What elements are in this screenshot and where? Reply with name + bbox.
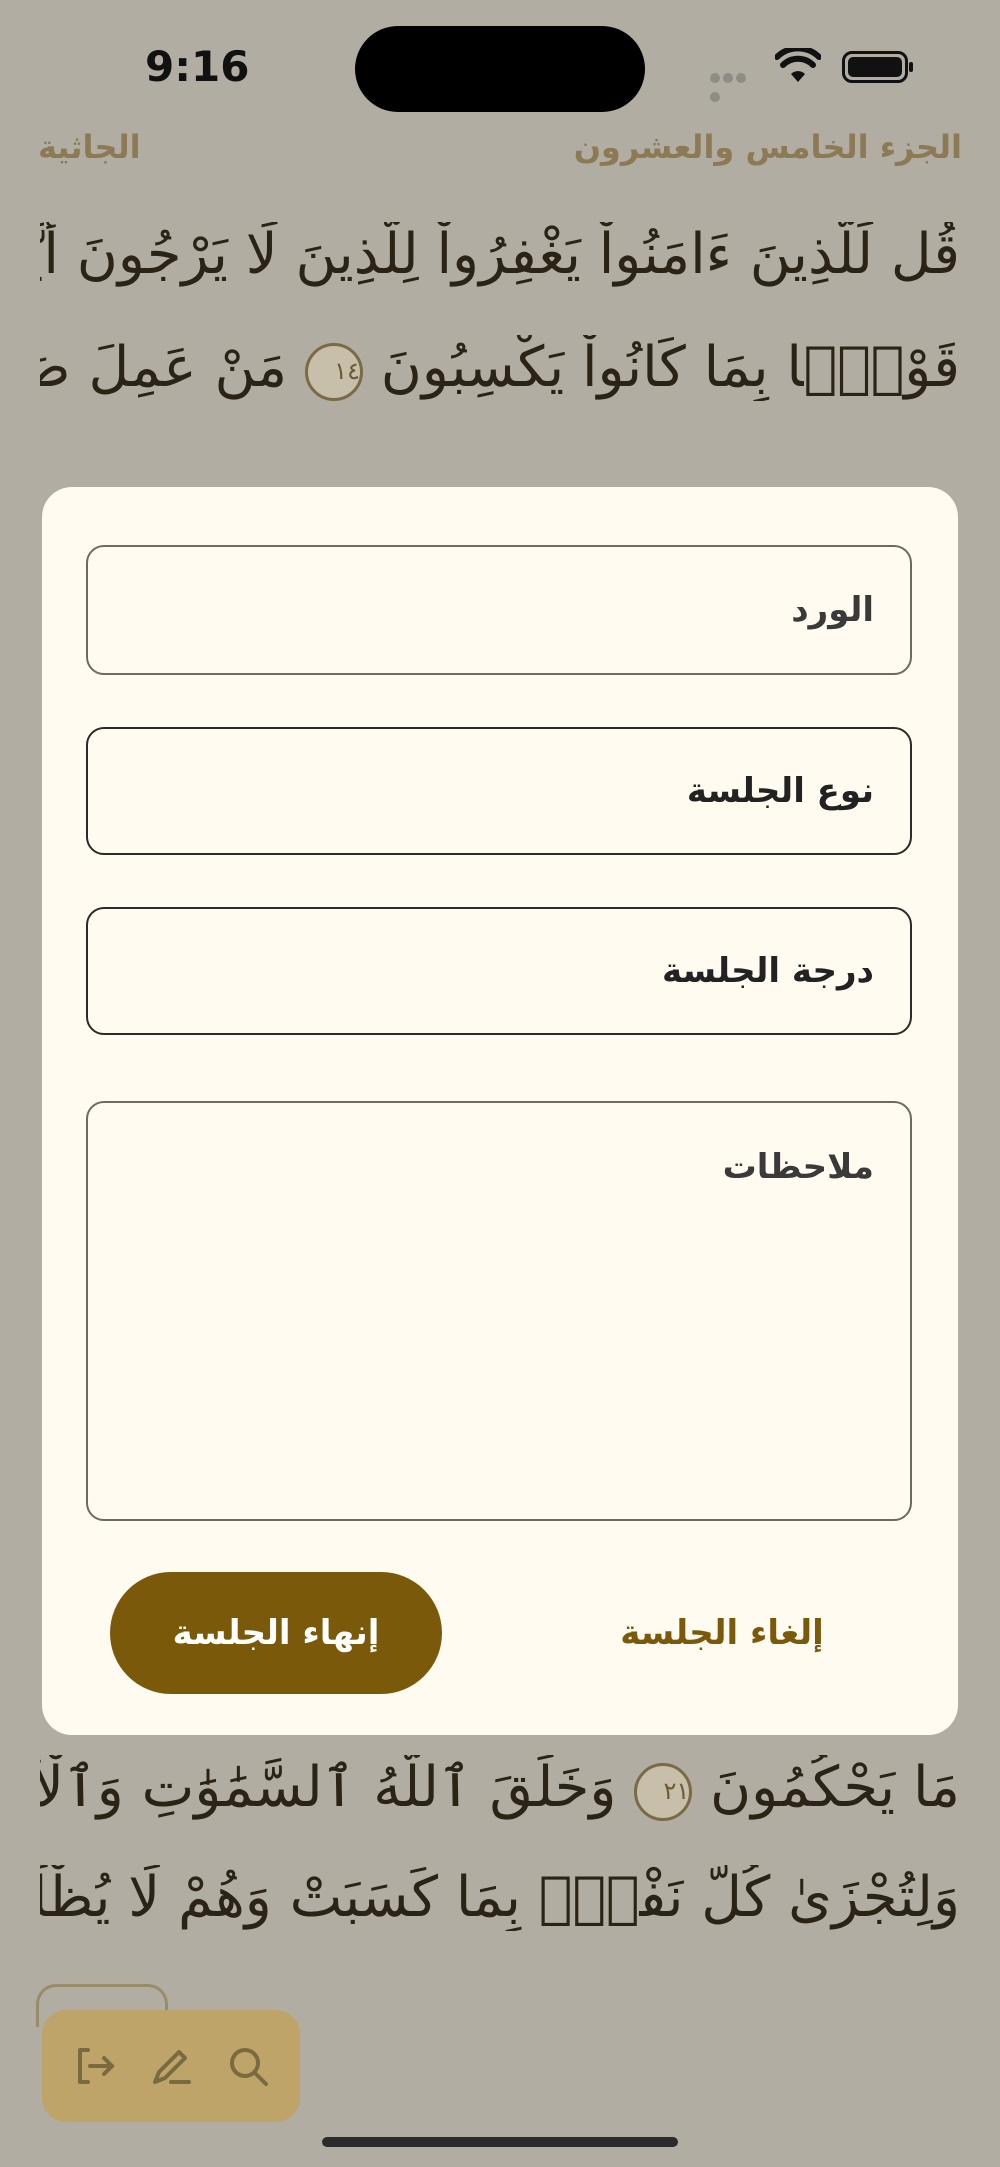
quran-line-2: قَوْمَۢا بِمَا كَانُواْ يَكْسِبُونَ ١٤ م… bbox=[40, 335, 960, 401]
session-grade-select[interactable]: درجة الجلسة bbox=[86, 907, 912, 1035]
session-type-select[interactable]: نوع الجلسة bbox=[86, 727, 912, 855]
quran-text: وَخَلَقَ ٱللَّهُ ٱلسَّمَٰوَٰتِ وَٱلْأَرْ… bbox=[40, 1755, 617, 1820]
battery-icon bbox=[842, 51, 913, 83]
surah-title: الجاثية bbox=[38, 128, 141, 166]
notes-textarea[interactable]: ملاحظات bbox=[86, 1101, 912, 1521]
session-modal: الورد نوع الجلسة درجة الجلسة ملاحظات إنه… bbox=[42, 487, 958, 1735]
quran-text: مَنْ عَمِلَ صَٰلِحٗا فَلِنَفْسِهِۦۖ bbox=[40, 335, 288, 400]
wird-label: الورد bbox=[791, 590, 874, 630]
session-grade-label: درجة الجلسة bbox=[661, 951, 874, 991]
quran-line-3: مَا يَحْكُمُونَ ٢١ وَخَلَقَ ٱللَّهُ ٱلسَ… bbox=[40, 1755, 960, 1821]
wifi-icon bbox=[774, 45, 825, 88]
pencil-icon[interactable] bbox=[143, 2038, 199, 2094]
quran-text: قَوْمَۢا بِمَا كَانُواْ يَكْسِبُونَ bbox=[380, 335, 960, 400]
quran-text: وَلِتُجْزَىٰ كُلُّ نَفْسِۭ بِمَا كَسَبَت… bbox=[40, 1865, 960, 1930]
session-type-label: نوع الجلسة bbox=[686, 771, 874, 811]
mushaf-header: الجزء الخامس والعشرون الجاثية bbox=[38, 128, 962, 184]
wird-field[interactable]: الورد bbox=[86, 545, 912, 675]
exit-icon[interactable] bbox=[66, 2038, 122, 2094]
quran-text: مَا يَحْكُمُونَ bbox=[710, 1755, 960, 1820]
juz-title: الجزء الخامس والعشرون bbox=[573, 128, 962, 166]
notes-label: ملاحظات bbox=[722, 1147, 874, 1187]
ayah-number-marker: ١٤ bbox=[304, 342, 363, 401]
quran-line-4: وَلِتُجْزَىٰ كُلُّ نَفْسِۭ بِمَا كَسَبَت… bbox=[40, 1865, 960, 1931]
search-icon[interactable] bbox=[220, 2038, 276, 2094]
dynamic-island bbox=[355, 26, 645, 112]
cellular-signal-icon bbox=[710, 68, 760, 102]
ayah-number-marker: ٢١ bbox=[634, 1762, 693, 1821]
quran-line-1: قُل لِّلَّذِينَ ءَامَنُواْ يَغْفِرُواْ ل… bbox=[40, 222, 960, 287]
status-bar: 9:16 bbox=[0, 0, 1000, 130]
cancel-session-button[interactable]: إلغاء الجلسة bbox=[572, 1572, 872, 1694]
bottom-toolbar bbox=[42, 2010, 300, 2122]
end-session-button[interactable]: إنهاء الجلسة bbox=[110, 1572, 442, 1694]
home-indicator bbox=[322, 2137, 678, 2147]
status-time: 9:16 bbox=[145, 42, 250, 91]
